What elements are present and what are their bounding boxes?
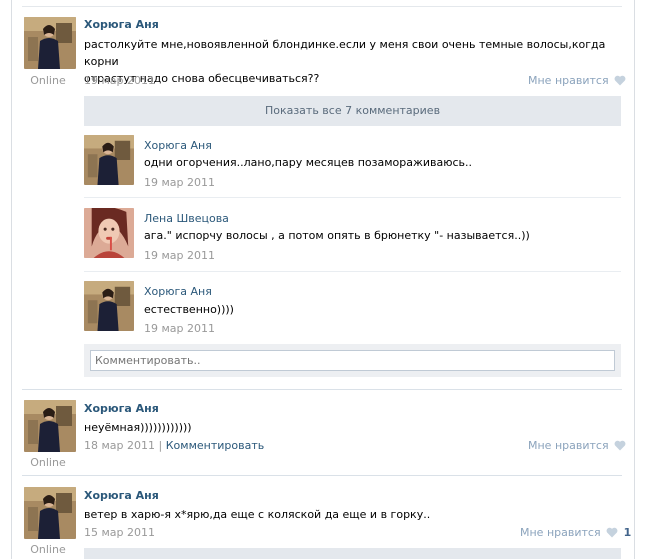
post-date[interactable]: 15 мар 2011	[84, 526, 155, 539]
reply-author[interactable]: Хорюга Аня	[144, 139, 212, 152]
avatar[interactable]	[84, 208, 134, 258]
online-status: Online	[30, 456, 66, 469]
divider	[22, 475, 622, 476]
reply-text: ага." испорчу волосы , а потом опять в б…	[144, 229, 530, 242]
online-status: Online	[30, 543, 66, 556]
reply-date[interactable]: 19 мар 2011	[144, 176, 215, 189]
reply-text: одни огорчения..лано,пару месяцев позамо…	[144, 156, 473, 169]
post-date[interactable]: 18 мар 2011	[84, 439, 155, 452]
user-photo-icon	[24, 400, 76, 452]
like-button[interactable]: Мне нравится 1	[520, 526, 631, 541]
reply-date[interactable]: 19 мар 2011	[144, 249, 215, 262]
post-date[interactable]: 19 мар 2011	[84, 74, 155, 87]
heart-icon	[606, 527, 618, 541]
user-photo-icon	[84, 208, 134, 258]
heart-icon	[614, 440, 626, 454]
like-label: Мне нравится	[520, 526, 601, 539]
divider	[84, 271, 621, 272]
show-all-comments-button[interactable]: Показать все 7 комментариев	[84, 96, 621, 126]
reply-author[interactable]: Хорюга Аня	[144, 285, 212, 298]
user-photo-icon	[24, 17, 76, 69]
content-border-right	[634, 0, 635, 559]
comments-panel	[84, 548, 621, 559]
post-meta: 18 мар 2011 | Комментировать	[84, 439, 264, 452]
user-photo-icon	[84, 135, 134, 185]
reply-date[interactable]: 19 мар 2011	[144, 322, 215, 335]
divider	[22, 389, 622, 390]
post-text: неуёмная))))))))))))	[84, 421, 192, 434]
avatar[interactable]	[24, 400, 76, 452]
divider	[22, 6, 622, 7]
post-text: ветер в харю-я х*ярю,да еще с коляской д…	[84, 508, 431, 521]
post-author[interactable]: Хорюга Аня	[84, 489, 159, 502]
content-border-left	[11, 0, 12, 559]
comment-form	[84, 344, 621, 377]
user-photo-icon	[84, 281, 134, 331]
like-button[interactable]: Мне нравится	[528, 439, 626, 454]
like-label: Мне нравится	[528, 439, 609, 452]
avatar[interactable]	[84, 281, 134, 331]
avatar[interactable]	[24, 487, 76, 539]
like-label: Мне нравится	[528, 74, 609, 87]
like-count: 1	[623, 526, 632, 539]
reply-author[interactable]: Лена Швецова	[144, 212, 229, 225]
comment-link[interactable]: Комментировать	[166, 439, 264, 452]
online-status: Online	[30, 74, 66, 87]
post-author[interactable]: Хорюга Аня	[84, 18, 159, 31]
post-author[interactable]: Хорюга Аня	[84, 402, 159, 415]
comment-input[interactable]	[90, 350, 615, 371]
avatar[interactable]	[24, 17, 76, 69]
divider	[84, 197, 621, 198]
reply-text: естественно))))	[144, 303, 234, 316]
meta-separator: |	[158, 439, 163, 452]
heart-icon	[614, 75, 626, 89]
avatar[interactable]	[84, 135, 134, 185]
user-photo-icon	[24, 487, 76, 539]
like-button[interactable]: Мне нравится	[528, 74, 626, 89]
